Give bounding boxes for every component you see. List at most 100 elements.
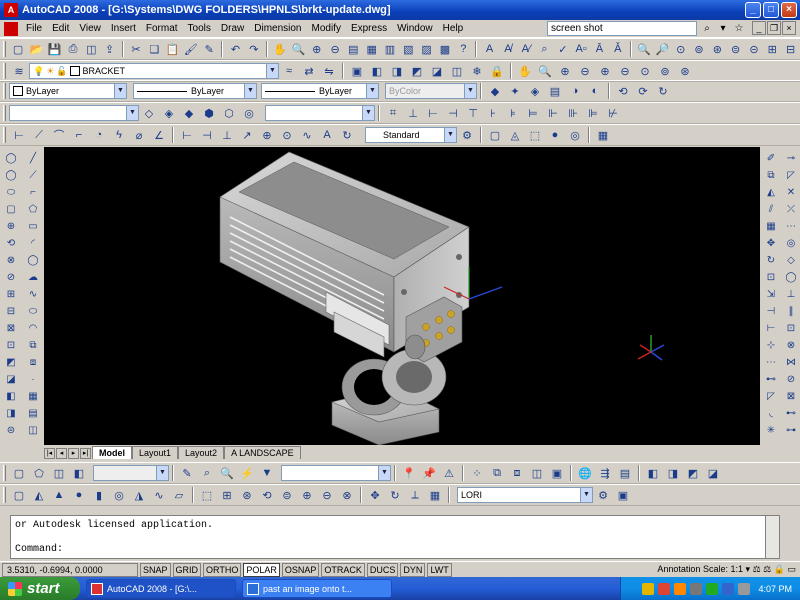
ucs-world-icon[interactable]: ⊥ bbox=[404, 104, 422, 122]
offset-icon[interactable]: ⫽ bbox=[762, 201, 780, 218]
make-block-icon[interactable]: ⧈ bbox=[24, 354, 42, 371]
osnap-toggle[interactable]: OSNAP bbox=[281, 562, 320, 577]
ellipse-arc-icon[interactable]: ◠ bbox=[24, 320, 42, 337]
insert-snap-icon[interactable]: ⊡ bbox=[782, 320, 800, 337]
zoom-object-icon[interactable]: ⊝ bbox=[746, 40, 762, 58]
solid-box-icon[interactable]: ▢ bbox=[486, 126, 504, 144]
xref-clip-icon[interactable]: ◫ bbox=[528, 464, 546, 482]
zoom-out-icon[interactable]: 🔎 bbox=[654, 40, 670, 58]
find-text-icon[interactable]: ⌕ bbox=[536, 40, 552, 58]
snap-toggle[interactable]: SNAP bbox=[140, 562, 171, 577]
erase-icon[interactable]: ✐ bbox=[762, 150, 780, 167]
volume-icon[interactable] bbox=[690, 582, 703, 595]
ducs-toggle[interactable]: DUCS bbox=[366, 562, 399, 577]
gradient-icon[interactable]: ▤ bbox=[24, 405, 42, 422]
solid-box-icon[interactable]: ▢ bbox=[2, 201, 20, 218]
solid-cube-icon[interactable]: ⬚ bbox=[526, 126, 544, 144]
table-icon[interactable]: ▦ bbox=[594, 126, 612, 144]
tool-palettes-icon[interactable]: ▥ bbox=[382, 40, 398, 58]
ucs-z-icon[interactable]: ⊬ bbox=[604, 104, 622, 122]
pan-icon[interactable]: ✋ bbox=[272, 40, 288, 58]
draw-ellipse-icon[interactable]: ⬭ bbox=[2, 184, 20, 201]
solid-edit-icon[interactable]: ◧ bbox=[2, 388, 20, 405]
draw-order-back-icon[interactable]: ◨ bbox=[664, 464, 682, 482]
spell-check-icon[interactable]: ✓ bbox=[555, 40, 571, 58]
draw-order-above-icon[interactable]: ◩ bbox=[684, 464, 702, 482]
break-icon[interactable]: ⋯ bbox=[762, 354, 780, 371]
document-icon[interactable] bbox=[4, 21, 18, 36]
tab-layout1[interactable]: Layout1 bbox=[132, 446, 179, 459]
security-icon[interactable] bbox=[658, 582, 671, 595]
wireframe-3d-icon[interactable]: ◈ bbox=[160, 104, 178, 122]
dimstyle-select[interactable]: Standard ▼ bbox=[365, 127, 457, 143]
vpn-icon[interactable] bbox=[722, 582, 735, 595]
solid-slice-icon[interactable]: ⊡ bbox=[2, 337, 20, 354]
block-editor-icon[interactable]: ✎ bbox=[201, 40, 217, 58]
array-3d-icon[interactable]: ▦ bbox=[426, 486, 444, 504]
search-object-icon[interactable]: ⌕ bbox=[198, 464, 216, 482]
none-snap-icon[interactable]: ⊘ bbox=[782, 371, 800, 388]
ucs-object-icon[interactable]: ⊤ bbox=[464, 104, 482, 122]
extrude-icon[interactable]: ⬚ bbox=[198, 486, 216, 504]
menu-file[interactable]: File bbox=[21, 20, 47, 38]
coordinate-readout[interactable]: 3.5310, -0.6994, 0.0000 bbox=[2, 562, 138, 577]
lwt-toggle[interactable]: LWT bbox=[427, 562, 452, 577]
render-window-icon[interactable]: ▤ bbox=[546, 82, 564, 100]
from-snap-icon[interactable]: ⊶ bbox=[782, 422, 800, 439]
dim-update-icon[interactable]: ↻ bbox=[338, 126, 356, 144]
lights-icon[interactable]: ✦ bbox=[506, 82, 524, 100]
point-icon[interactable]: · bbox=[24, 371, 42, 388]
rectangle-icon[interactable]: ▭ bbox=[24, 218, 42, 235]
align-3d-icon[interactable]: ⟂ bbox=[406, 486, 424, 504]
hatch-icon[interactable]: ▦ bbox=[24, 388, 42, 405]
text-style-icon[interactable]: A▫ bbox=[573, 40, 589, 58]
open-icon[interactable]: 📂 bbox=[28, 40, 44, 58]
solid-revolve-icon[interactable]: ⟲ bbox=[2, 235, 20, 252]
globe-icon[interactable]: 🌐 bbox=[576, 464, 594, 482]
layer-unisolate-icon[interactable]: ◪ bbox=[428, 62, 446, 80]
materials-icon[interactable]: ◈ bbox=[526, 82, 544, 100]
tolerance-icon[interactable]: ⊕ bbox=[258, 126, 276, 144]
polygon-icon[interactable]: ⬠ bbox=[24, 201, 42, 218]
dimstyle-manager-icon[interactable]: ⚙ bbox=[458, 126, 476, 144]
battery-icon[interactable] bbox=[738, 582, 751, 595]
new-icon[interactable]: ▢ bbox=[10, 40, 26, 58]
ortho-toggle[interactable]: ORTHO bbox=[203, 562, 242, 577]
copy-icon[interactable]: ❏ bbox=[146, 40, 162, 58]
sheet-set-icon[interactable]: ▧ bbox=[400, 40, 416, 58]
prev-tab-icon[interactable]: ◂ bbox=[56, 448, 67, 459]
parallel-snap-icon[interactable]: ∥ bbox=[782, 303, 800, 320]
close-button[interactable]: × bbox=[781, 2, 797, 18]
auto-scale-icon[interactable]: ⚖ bbox=[763, 564, 771, 574]
xref-bind-icon[interactable]: ⧈ bbox=[508, 464, 526, 482]
lineweight-select[interactable]: ByLayer ▼ bbox=[261, 83, 379, 99]
save-icon[interactable]: 💾 bbox=[47, 40, 63, 58]
solid-cylinder-icon[interactable]: ▮ bbox=[90, 486, 108, 504]
viewport-single-icon[interactable]: ▢ bbox=[10, 464, 28, 482]
ucs-y-icon[interactable]: ⊫ bbox=[584, 104, 602, 122]
pin-icon[interactable]: 📍 bbox=[400, 464, 418, 482]
ucs-view-icon[interactable]: ⊦ bbox=[484, 104, 502, 122]
solid-sweep-icon[interactable]: ⊗ bbox=[2, 252, 20, 269]
linetype-select[interactable]: ByLayer ▼ bbox=[133, 83, 257, 99]
update-icon[interactable] bbox=[674, 582, 687, 595]
maximize-button[interactable]: □ bbox=[763, 2, 779, 18]
chevron-down-icon[interactable]: ▼ bbox=[580, 488, 592, 502]
zoom-all-icon[interactable]: ⊙ bbox=[673, 40, 689, 58]
menu-dimension[interactable]: Dimension bbox=[249, 20, 306, 38]
chevron-down-icon[interactable]: ▼ bbox=[244, 84, 256, 98]
my-workspace-icon[interactable]: ▣ bbox=[614, 486, 632, 504]
command-prompt[interactable]: Command: bbox=[15, 543, 63, 556]
layer-freeze-icon[interactable]: ❄ bbox=[468, 62, 486, 80]
chevron-down-icon[interactable]: ▼ bbox=[362, 106, 374, 120]
draw-line-icon[interactable]: ◯ bbox=[2, 150, 20, 167]
revolve-icon[interactable]: ⟲ bbox=[258, 486, 276, 504]
render-icon[interactable]: ◆ bbox=[486, 82, 504, 100]
layer-previous-icon[interactable]: ⇄ bbox=[300, 62, 318, 80]
jogged-dim-icon[interactable]: ϟ bbox=[110, 126, 128, 144]
break-point-icon[interactable]: ⊹ bbox=[762, 337, 780, 354]
environment-icon[interactable]: ◑ bbox=[566, 82, 584, 100]
chevron-down-icon[interactable]: ▾ bbox=[716, 21, 730, 36]
wireframe-2d-icon[interactable]: ◇ bbox=[140, 104, 158, 122]
region-icon[interactable]: ◫ bbox=[24, 422, 42, 439]
